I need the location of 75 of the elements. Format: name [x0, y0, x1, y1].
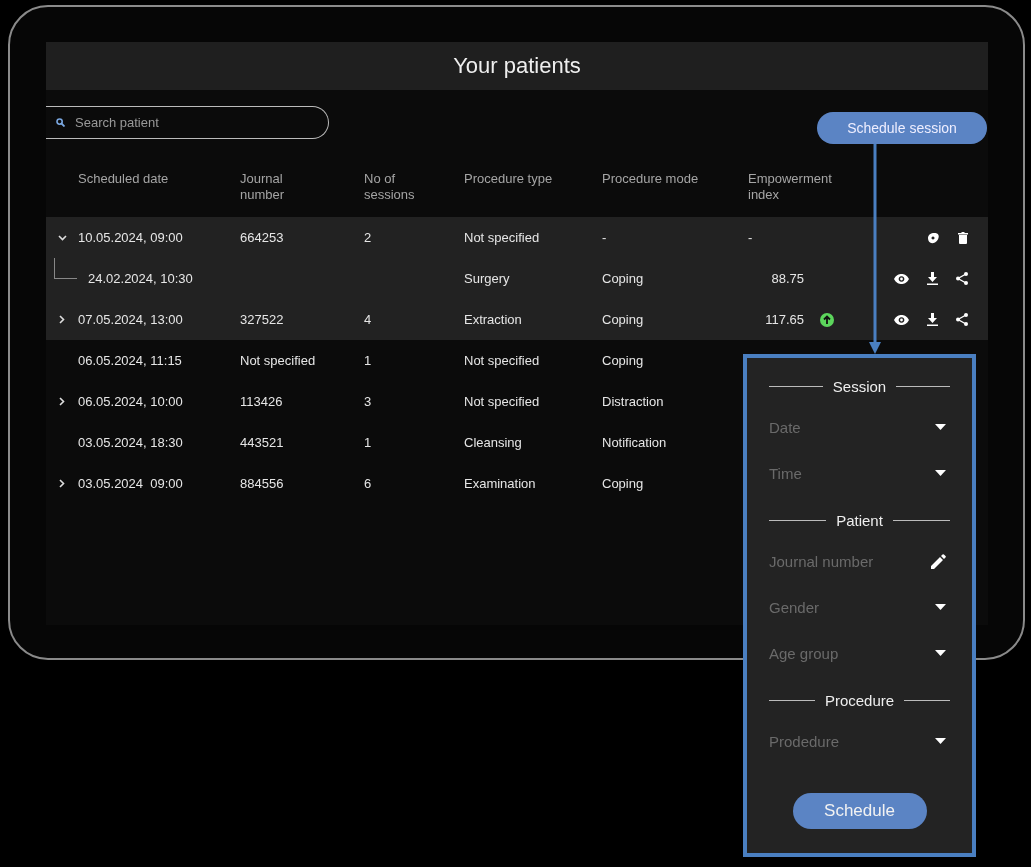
section-title: Procedure — [824, 691, 895, 709]
dropdown-field[interactable]: Age group — [769, 644, 935, 662]
section-title: Session — [832, 377, 887, 395]
dropdown-field[interactable]: Prodedure — [769, 732, 935, 750]
date-cell-text: 24.02.2024, 10:30 — [87, 271, 193, 286]
chevron-down-icon[interactable] — [57, 234, 67, 241]
sessions-cell-text: 6 — [364, 476, 373, 491]
eye-icon[interactable] — [894, 314, 909, 325]
sessions-cell-text: 1 — [364, 435, 373, 450]
type-cell-text: Not specified — [464, 353, 541, 368]
caret-down-icon — [935, 424, 946, 430]
mode-cell-text: Coping — [602, 312, 645, 327]
schedule-button[interactable]: Schedule — [792, 793, 927, 829]
caret-down-icon — [935, 650, 946, 656]
caret-down-icon — [935, 604, 946, 610]
section-title: Patient — [836, 511, 883, 529]
date-cell: 10.05.2024, 09:00 — [78, 230, 183, 245]
tree-line — [54, 258, 77, 279]
sessions-cell-text: 3 — [364, 394, 373, 409]
column-header: Procedure mode — [602, 171, 699, 187]
index-cell-text: 117.65 — [764, 312, 804, 327]
mode-cell-text: Distraction — [602, 394, 665, 409]
page-title: Your patients — [453, 53, 581, 79]
mode-cell-text: - — [602, 230, 608, 245]
journal-cell-text: 664253 — [240, 230, 285, 245]
type-cell-text: Not specified — [464, 230, 541, 245]
search-icon — [56, 118, 65, 127]
date-cell: 03.05.2024, 18:30 — [78, 435, 183, 450]
sessions-cell-text: 2 — [364, 230, 373, 245]
chevron-right-icon[interactable] — [59, 315, 65, 324]
dropdown-field[interactable]: Gender — [769, 598, 935, 616]
eye-icon[interactable] — [894, 273, 909, 284]
dropdown-field[interactable]: Time — [769, 464, 935, 482]
download-icon[interactable] — [927, 313, 938, 326]
chevron-right-icon[interactable] — [59, 479, 65, 488]
type-cell-text: Not specified — [464, 394, 541, 409]
column-header: Journal number — [240, 171, 286, 203]
journal-cell-text: 327522 — [240, 312, 285, 327]
chevron-right-icon[interactable] — [59, 397, 65, 406]
date-cell: 07.05.2024, 13:00 — [78, 312, 183, 327]
dropdown-field[interactable]: Date — [769, 418, 935, 436]
input-field[interactable]: Journal number — [769, 552, 931, 570]
journal-cell-text: 443521 — [240, 435, 285, 450]
column-header: No of sessions — [364, 171, 416, 203]
pencil-icon — [931, 553, 946, 569]
caret-down-icon — [935, 738, 946, 744]
search-field[interactable]: Search patient — [46, 106, 329, 139]
sessions-cell-text: 4 — [364, 312, 373, 327]
share-icon[interactable] — [956, 313, 968, 326]
date-cell: 06.05.2024, 10:00 — [78, 394, 183, 409]
mode-cell-text: Coping — [602, 353, 645, 368]
date-cell: 03.05.2024 09:00 — [78, 476, 183, 491]
download-icon[interactable] — [927, 272, 938, 285]
type-cell-text: Surgery — [464, 271, 511, 286]
sessions-cell-text: 1 — [364, 353, 373, 368]
column-header: Scheduled date — [78, 171, 169, 187]
journal-cell-text: 884556 — [240, 476, 285, 491]
schedule-session-button[interactable]: Schedule session — [817, 112, 987, 144]
trash-icon[interactable] — [958, 231, 968, 244]
index-cell: - — [748, 230, 753, 245]
date-cell: 06.05.2024, 11:15 — [78, 353, 182, 368]
caret-down-icon — [935, 470, 946, 476]
index-cell-text: 88.75 — [770, 271, 804, 286]
journal-cell-text: Not specified — [240, 353, 317, 368]
tooth-icon[interactable] — [926, 231, 940, 244]
column-header: Procedure type — [464, 171, 553, 187]
mode-cell-text: Notification — [602, 435, 668, 450]
mode-cell-text: Coping — [602, 271, 645, 286]
share-icon[interactable] — [956, 272, 968, 285]
column-header: Empowerment index — [748, 171, 833, 203]
type-cell-text: Extraction — [464, 312, 523, 327]
type-cell-text: Cleansing — [464, 435, 523, 450]
type-cell-text: Examination — [464, 476, 537, 491]
journal-cell-text: 113426 — [240, 394, 284, 409]
mode-cell-text: Coping — [602, 476, 645, 491]
